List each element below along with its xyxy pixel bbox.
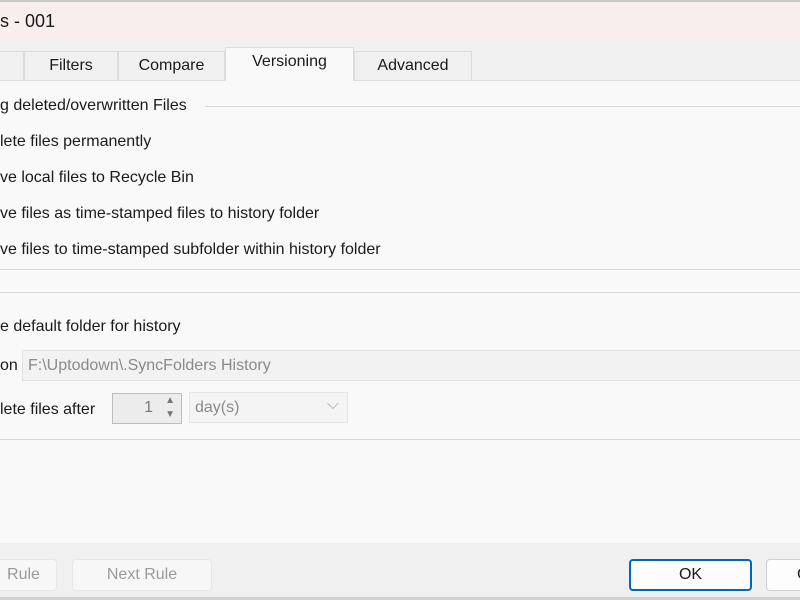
group-divider <box>0 439 800 440</box>
next-rule-button[interactable]: Next Rule <box>72 559 212 591</box>
delete-after-stepper[interactable]: 1 ▲ ▼ <box>112 393 182 424</box>
tab-strip: Filters Compare Versioning Advanced <box>0 40 800 81</box>
group-divider <box>0 269 800 270</box>
tab-versioning[interactable]: Versioning <box>225 47 354 81</box>
chevron-down-icon: ⌵ <box>326 396 339 413</box>
location-label: on <box>0 357 18 374</box>
tab-label: Compare <box>138 57 205 74</box>
stepper-down-icon[interactable]: ▼ <box>165 409 175 420</box>
radio-time-stamped-files[interactable]: ve files as time-stamped files to histor… <box>0 205 319 223</box>
tab-filters[interactable]: Filters <box>24 51 118 80</box>
radio-time-stamped-subfolder[interactable]: ve files to time-stamped subfolder withi… <box>0 241 381 259</box>
tab-general[interactable] <box>0 51 24 80</box>
cancel-button[interactable]: C <box>766 559 800 591</box>
group-divider <box>205 106 800 107</box>
tab-label: Advanced <box>377 57 449 74</box>
delete-after-label: lete files after <box>0 401 96 418</box>
group-title-deleted-files: g deleted/overwritten Files <box>0 97 187 114</box>
stepper-up-icon[interactable]: ▲ <box>165 395 175 406</box>
radio-recycle-bin[interactable]: ve local files to Recycle Bin <box>0 169 194 187</box>
group-divider <box>0 292 800 293</box>
previous-rule-button[interactable]: Rule <box>0 559 57 591</box>
tab-label: Filters <box>49 57 93 74</box>
unit-dropdown[interactable]: day(s) ⌵ <box>189 392 348 423</box>
location-value: F:\Uptodown\.SyncFolders History <box>28 357 271 374</box>
tab-compare[interactable]: Compare <box>118 51 225 80</box>
radio-delete-permanently[interactable]: lete files permanently <box>0 133 151 151</box>
checkbox-use-default-folder[interactable]: e default folder for history <box>0 318 181 336</box>
versioning-panel: g deleted/overwritten Files lete files p… <box>0 80 800 543</box>
ok-button[interactable]: OK <box>629 559 752 591</box>
tab-label: Versioning <box>252 53 327 70</box>
tab-advanced[interactable]: Advanced <box>354 51 472 80</box>
title-bar: s - 001 <box>0 0 800 40</box>
stepper-value: 1 <box>144 399 153 416</box>
location-input[interactable]: F:\Uptodown\.SyncFolders History <box>22 350 800 381</box>
window-title: s - 001 <box>0 11 56 31</box>
unit-value: day(s) <box>195 399 240 416</box>
